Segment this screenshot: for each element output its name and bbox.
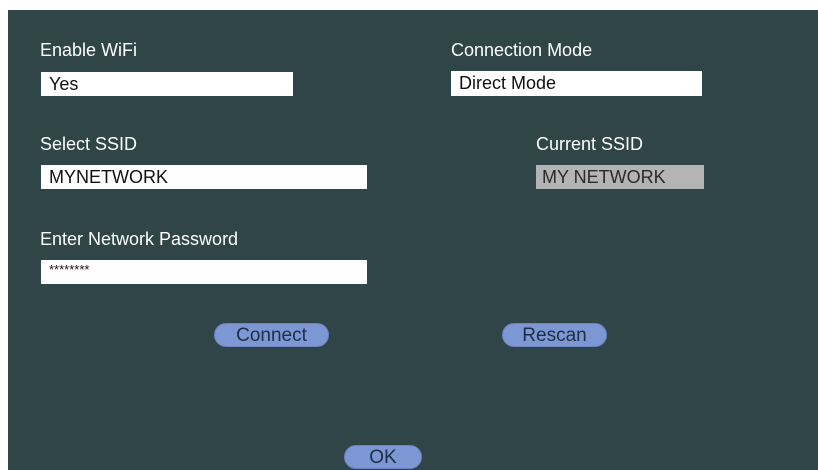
ok-button[interactable]: OK — [344, 445, 422, 469]
connect-button[interactable]: Connect — [214, 323, 329, 347]
password-input[interactable]: ******** — [41, 260, 367, 284]
enable-wifi-select[interactable]: Yes — [41, 72, 293, 96]
enable-wifi-label: Enable WiFi — [40, 40, 138, 60]
password-label: Enter Network Password — [40, 229, 239, 249]
rescan-button[interactable]: Rescan — [502, 323, 607, 347]
connection-mode-label: Connection Mode — [451, 40, 593, 60]
current-ssid-value: MY NETWORK — [536, 165, 704, 189]
wifi-settings-panel: Enable WiFi Yes Connection Mode Direct M… — [8, 10, 818, 470]
select-ssid-label: Select SSID — [40, 134, 138, 154]
current-ssid-label: Current SSID — [536, 134, 644, 154]
connection-mode-select[interactable]: Direct Mode — [451, 71, 702, 96]
select-ssid-select[interactable]: MYNETWORK — [41, 165, 367, 189]
